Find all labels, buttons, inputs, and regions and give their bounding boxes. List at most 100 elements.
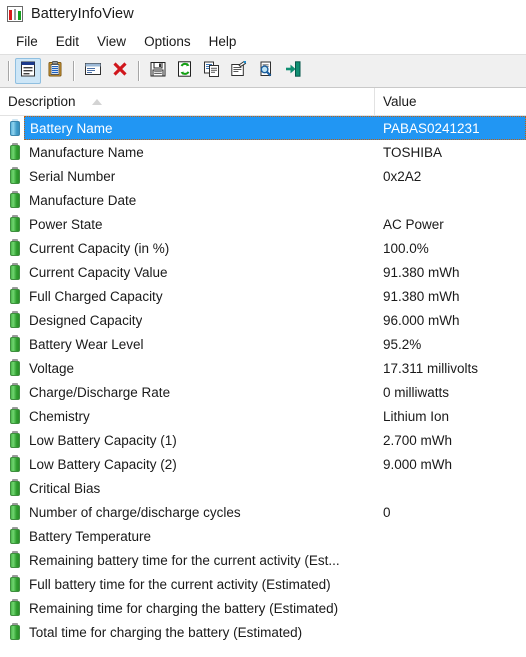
menu-view[interactable]: View [88, 31, 135, 52]
table-row[interactable]: Low Battery Capacity (1) 2.700 mWh [0, 428, 526, 452]
column-header-description[interactable]: Description [0, 88, 375, 115]
row-description-label: Power State [29, 216, 103, 232]
battery-icon [7, 287, 23, 305]
toolbar-refresh[interactable] [172, 58, 198, 84]
cell-description: Serial Number [0, 164, 375, 188]
title-bar: BatteryInfoView [0, 0, 526, 28]
table-row[interactable]: Full battery time for the current activi… [0, 572, 526, 596]
copy-icon [203, 60, 221, 83]
row-description-label: Total time for charging the battery (Est… [29, 624, 303, 640]
row-description-label: Chemistry [29, 408, 90, 424]
battery-info-window: BatteryInfoView File Edit View Options H… [0, 0, 526, 657]
row-description-label: Low Battery Capacity (1) [29, 432, 177, 448]
battery-icon [7, 167, 23, 185]
row-description-label: Voltage [29, 360, 75, 376]
cell-description: Manufacture Date [0, 188, 375, 212]
battery-icon [7, 407, 23, 425]
row-description-label: Full Charged Capacity [29, 288, 163, 304]
cell-value: 17.311 millivolts [383, 360, 479, 376]
battery-icon [7, 383, 23, 401]
sort-ascending-icon [91, 98, 102, 105]
cell-value: 91.380 mWh [383, 264, 460, 280]
cell-description: Battery Wear Level [0, 332, 375, 356]
toolbar-report-view[interactable] [15, 58, 41, 84]
cell-value: 95.2% [383, 336, 422, 352]
battery-icon [7, 599, 23, 617]
battery-icon [7, 191, 23, 209]
cell-description: Full battery time for the current activi… [0, 572, 375, 596]
toolbar-properties[interactable] [226, 58, 252, 84]
cell-description: Manufacture Name [0, 140, 375, 164]
cell-description: Number of charge/discharge cycles [0, 500, 375, 524]
battery-icon [7, 335, 23, 353]
table-row[interactable]: Total time for charging the battery (Est… [0, 620, 526, 644]
battery-icon [7, 239, 23, 257]
battery-icon [7, 503, 23, 521]
cell-value: 0 milliwatts [383, 384, 450, 400]
menu-options[interactable]: Options [135, 31, 200, 52]
menu-help[interactable]: Help [200, 31, 246, 52]
row-description-label: Battery Wear Level [29, 336, 144, 352]
cell-value: Lithium Ion [383, 408, 450, 424]
table-row[interactable]: Charge/Discharge Rate 0 milliwatts [0, 380, 526, 404]
toolbar-separator [73, 61, 75, 81]
row-description-label: Number of charge/discharge cycles [29, 504, 241, 520]
table-row[interactable]: Manufacture Name TOSHIBA [0, 140, 526, 164]
table-row[interactable]: Voltage 17.311 millivolts [0, 356, 526, 380]
clipboard-icon [46, 60, 64, 83]
battery-icon [7, 119, 23, 137]
table-row[interactable]: Power State AC Power [0, 212, 526, 236]
row-description-label: Manufacture Name [29, 144, 144, 160]
cell-value: 96.000 mWh [383, 312, 460, 328]
table-row[interactable]: Current Capacity (in %) 100.0% [0, 236, 526, 260]
toolbar-exit[interactable] [280, 58, 306, 84]
table-row[interactable]: Remaining battery time for the current a… [0, 548, 526, 572]
toolbar-save[interactable] [145, 58, 171, 84]
table-row[interactable]: Low Battery Capacity (2) 9.000 mWh [0, 452, 526, 476]
toolbar-window-properties[interactable] [80, 58, 106, 84]
cell-description: Low Battery Capacity (2) [0, 452, 375, 476]
table-row[interactable]: Remaining time for charging the battery … [0, 596, 526, 620]
battery-icon [7, 263, 23, 281]
cell-value: 9.000 mWh [383, 456, 453, 472]
row-description-label: Battery Name [30, 120, 113, 136]
list-column-header: Description Value [0, 88, 526, 116]
battery-icon [7, 623, 23, 641]
cell-description: Current Capacity Value [0, 260, 375, 284]
row-description-label: Manufacture Date [29, 192, 137, 208]
cell-value: 0x2A2 [383, 168, 422, 184]
row-description-label: Designed Capacity [29, 312, 143, 328]
table-row[interactable]: Number of charge/discharge cycles 0 [0, 500, 526, 524]
cell-description: Current Capacity (in %) [0, 236, 375, 260]
cell-description: Low Battery Capacity (1) [0, 428, 375, 452]
table-row[interactable]: Manufacture Date [0, 188, 526, 212]
cell-value: PABAS0241231 [383, 120, 480, 136]
row-description-label: Current Capacity Value [29, 264, 168, 280]
table-row[interactable]: Critical Bias [0, 476, 526, 500]
table-row[interactable]: Current Capacity Value 91.380 mWh [0, 260, 526, 284]
table-row[interactable]: Battery Temperature [0, 524, 526, 548]
menu-edit[interactable]: Edit [47, 31, 88, 52]
cell-description: Power State [0, 212, 375, 236]
table-row[interactable]: Full Charged Capacity 91.380 mWh [0, 284, 526, 308]
table-row[interactable]: Designed Capacity 96.000 mWh [0, 308, 526, 332]
toolbar-separator [8, 61, 10, 81]
menu-file[interactable]: File [7, 31, 47, 52]
toolbar-copy[interactable] [199, 58, 225, 84]
battery-icon [7, 527, 23, 545]
toolbar-find[interactable] [253, 58, 279, 84]
toolbar-clipboard[interactable] [42, 58, 68, 84]
table-row[interactable]: Chemistry Lithium Ion [0, 404, 526, 428]
toolbar-delete[interactable] [107, 58, 133, 84]
cell-value: 100.0% [383, 240, 429, 256]
battery-info-list[interactable]: Battery Name PABAS0241231 Manufacture Name… [0, 116, 526, 657]
table-row[interactable]: Serial Number 0x2A2 [0, 164, 526, 188]
cell-description: Total time for charging the battery (Est… [0, 620, 375, 644]
cell-description: Battery Name [0, 116, 375, 140]
column-header-value[interactable]: Value [375, 88, 526, 115]
save-floppy-icon [149, 60, 167, 83]
table-row[interactable]: Battery Name PABAS0241231 [0, 116, 526, 140]
cell-description: Remaining time for charging the battery … [0, 596, 375, 620]
table-row[interactable]: Battery Wear Level 95.2% [0, 332, 526, 356]
battery-icon [7, 551, 23, 569]
